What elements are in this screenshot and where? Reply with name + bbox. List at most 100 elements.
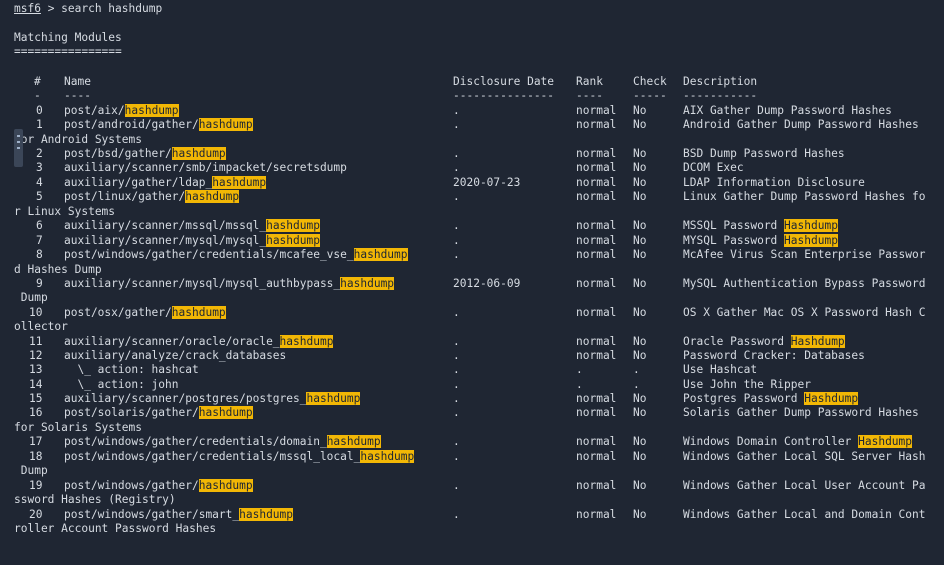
disclosure-date: . — [453, 161, 460, 174]
module-name: \_ action: hashcat — [64, 363, 198, 377]
check: No — [633, 248, 647, 261]
module-name: auxiliary/scanner/mysql/mysql_authbypass… — [64, 277, 395, 291]
check: No — [633, 190, 647, 203]
rank: normal — [576, 219, 617, 232]
search-match-highlight: hashdump — [198, 406, 253, 419]
module-name: post/windows/gather/hashdump — [64, 479, 253, 493]
module-name: auxiliary/scanner/mysql/mysql_hashdump — [64, 234, 320, 248]
description: Solaris Gather Dump Password Hashes — [683, 406, 919, 420]
panel-grip-handle[interactable] — [14, 129, 23, 167]
description-text: Windows Domain Controller — [683, 435, 859, 448]
module-path: post/android/gather/ — [64, 118, 199, 131]
module-path: post/solaris/gather/ — [64, 406, 199, 419]
module-path: auxiliary/scanner/smb/impacket/secretsdu… — [64, 161, 347, 174]
search-match-highlight: hashdump — [239, 508, 294, 521]
check: No — [633, 219, 647, 232]
description: Use Hashcat — [683, 363, 757, 377]
module-name: post/android/gather/hashdump — [64, 118, 253, 132]
module-name: post/windows/gather/credentials/mssql_lo… — [64, 450, 415, 464]
search-match-highlight: hashdump — [171, 147, 226, 160]
description-text: Postgres Password — [683, 392, 805, 405]
description-text: Linux Gather Dump Password Hashes fo — [683, 190, 926, 203]
description: Windows Gather Local and Domain Cont — [683, 508, 925, 522]
module-path: auxiliary/gather/ldap_ — [64, 176, 213, 189]
module-path: auxiliary/scanner/oracle/oracle_ — [64, 335, 280, 348]
description-text: Use Hashcat — [683, 363, 758, 376]
disclosure-date: . — [453, 219, 460, 232]
description-text: Oracle Password — [683, 335, 791, 348]
module-name: post/bsd/gather/hashdump — [64, 147, 226, 161]
search-match-highlight: hashdump — [212, 176, 267, 189]
prompt-line: msf6 > search hashdump — [14, 2, 162, 16]
rank: normal — [576, 435, 617, 448]
description-text: MySQL Authentication Bypass Password — [683, 277, 926, 290]
row-number: 11 — [29, 335, 43, 348]
row-number: 9 — [36, 277, 43, 290]
description-wrap: ollector — [14, 320, 68, 333]
description-text: McAfee Virus Scan Enterprise Passwor — [683, 248, 926, 261]
search-match-highlight: hashdump — [266, 234, 320, 247]
description: Use John the Ripper — [683, 378, 811, 392]
description-wrap: r Linux Systems — [14, 205, 116, 218]
description: MySQL Authentication Bypass Password — [683, 277, 925, 291]
check: No — [633, 349, 647, 362]
module-name: auxiliary/scanner/mssql/mssql_hashdump — [64, 219, 320, 233]
search-match-highlight: hashdump — [340, 277, 395, 290]
rule-date: --------------- — [453, 89, 555, 102]
description-highlight: Hashdump — [784, 234, 838, 247]
description-text: Windows Gather Local SQL Server Hash — [683, 450, 926, 463]
module-path: post/osx/gather/ — [64, 306, 172, 319]
prompt-command: > search hashdump — [40, 2, 163, 15]
description: Windows Domain Controller Hashdump — [683, 435, 913, 449]
col-num: # — [34, 75, 41, 88]
module-path: auxiliary/scanner/mssql/mssql_ — [64, 219, 267, 232]
check: No — [633, 147, 647, 160]
module-path: post/windows/gather/smart_ — [64, 508, 240, 521]
row-number: 12 — [29, 349, 43, 362]
col-date: Disclosure Date — [453, 75, 555, 88]
description: Linux Gather Dump Password Hashes fo — [683, 190, 925, 204]
description-text: Windows Gather Local and Domain Cont — [683, 508, 926, 521]
description-highlight: Hashdump — [804, 392, 859, 405]
col-rank: Rank — [576, 75, 603, 88]
row-number: 19 — [29, 479, 43, 492]
row-number: 8 — [36, 248, 43, 261]
module-path: auxiliary/scanner/mysql/mysql_authbypass… — [64, 277, 341, 290]
module-path: post/windows/gather/credentials/mssql_lo… — [64, 450, 361, 463]
disclosure-date: . — [453, 363, 460, 376]
check: No — [633, 335, 647, 348]
description: Android Gather Dump Password Hashes — [683, 118, 919, 132]
search-match-highlight: hashdump — [198, 118, 253, 131]
rule-name: ---- — [64, 89, 91, 102]
rank: normal — [576, 392, 617, 405]
check: No — [633, 406, 647, 419]
check: No — [633, 479, 647, 492]
description-wrap: for Android Systems — [14, 133, 142, 146]
rank: normal — [576, 450, 617, 463]
search-match-highlight: hashdump — [353, 248, 408, 261]
module-name: post/osx/gather/hashdump — [64, 306, 226, 320]
description: McAfee Virus Scan Enterprise Passwor — [683, 248, 925, 262]
description-text: BSD Dump Password Hashes — [683, 147, 845, 160]
module-name: auxiliary/gather/ldap_hashdump — [64, 176, 267, 190]
terminal-window[interactable]: msf6 > search hashdump Matching Modules … — [0, 0, 944, 565]
row-number: 0 — [36, 104, 43, 117]
description-highlight: Hashdump — [784, 219, 838, 232]
search-match-highlight: hashdump — [266, 219, 320, 232]
rank: normal — [576, 248, 617, 261]
description: Postgres Password Hashdump — [683, 392, 859, 406]
disclosure-date: . — [453, 104, 460, 117]
row-number: 5 — [36, 190, 43, 203]
row-number: 13 — [29, 363, 43, 376]
description-wrap: Dump — [14, 464, 48, 477]
description-text: Use John the Ripper — [683, 378, 811, 391]
module-name: post/aix/hashdump — [64, 104, 179, 118]
module-name: post/windows/gather/credentials/mcafee_v… — [64, 248, 408, 262]
row-number: 15 — [29, 392, 43, 405]
rank: normal — [576, 234, 617, 247]
row-number: 14 — [29, 378, 43, 391]
check: No — [633, 306, 647, 319]
description: MYSQL Password Hashdump — [683, 234, 838, 248]
row-number: 10 — [29, 306, 43, 319]
check: . — [633, 363, 640, 376]
